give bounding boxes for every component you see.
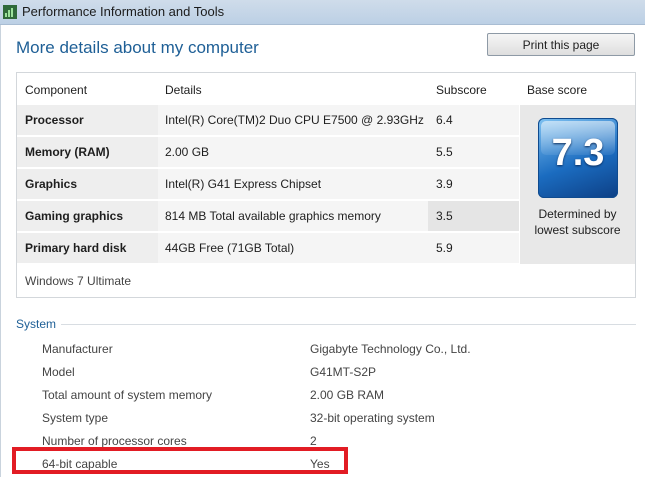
base-score-value: 7.3 <box>551 132 605 174</box>
base-caption-line-1: Determined by <box>538 207 617 221</box>
component-details: 44GB Free (71GB Total) <box>165 241 295 255</box>
column-header-base-score: Base score <box>527 83 588 97</box>
component-details: Intel(R) Core(TM)2 Duo CPU E7500 @ 2.93G… <box>165 113 424 127</box>
system-row: System type 32-bit operating system <box>1 411 645 431</box>
system-label: Manufacturer <box>42 342 113 356</box>
system-label: System type <box>42 411 109 425</box>
system-value: G41MT-S2P <box>310 365 377 379</box>
table-row: Processor Intel(R) Core(TM)2 Duo CPU E75… <box>17 105 519 135</box>
system-value: 32-bit operating system <box>310 411 435 425</box>
column-header-component: Component <box>25 83 88 97</box>
system-section-title: System <box>16 317 57 331</box>
system-row: Model G41MT-S2P <box>1 365 645 385</box>
system-value: 2 <box>310 434 317 448</box>
component-details: Intel(R) G41 Express Chipset <box>165 177 322 191</box>
table-row: Primary hard disk 44GB Free (71GB Total)… <box>17 233 519 263</box>
base-score-badge: 7.3 <box>538 118 618 198</box>
column-header-subscore: Subscore <box>436 83 487 97</box>
system-label: Total amount of system memory <box>42 388 213 402</box>
highlight-box-annotation <box>12 447 348 474</box>
system-row: Manufacturer Gigabyte Technology Co., Lt… <box>1 342 645 362</box>
os-edition: Windows 7 Ultimate <box>25 274 132 288</box>
system-label: Model <box>42 365 75 379</box>
page-title: More details about my computer <box>16 38 259 57</box>
system-value: Gigabyte Technology Co., Ltd. <box>310 342 471 356</box>
component-name: Primary hard disk <box>25 241 127 255</box>
component-subscore: 5.5 <box>436 145 453 159</box>
component-name: Gaming graphics <box>25 209 124 223</box>
column-header-details: Details <box>165 83 202 97</box>
table-row: Memory (RAM) 2.00 GB 5.5 <box>17 137 519 167</box>
component-subscore: 3.5 <box>436 209 453 223</box>
system-value: 2.00 GB RAM <box>310 388 385 402</box>
component-name: Processor <box>25 113 84 127</box>
component-subscore: 6.4 <box>436 113 453 127</box>
title-bar: Performance Information and Tools <box>0 0 645 25</box>
base-caption-line-2: lowest subscore <box>534 223 621 237</box>
system-label: Number of processor cores <box>42 434 187 448</box>
table-row: Gaming graphics 814 MB Total available g… <box>17 201 519 231</box>
performance-app-icon <box>3 5 17 19</box>
system-row: Total amount of system memory 2.00 GB RA… <box>1 388 645 408</box>
content-area: More details about my computer Print thi… <box>0 25 645 477</box>
table-row: Graphics Intel(R) G41 Express Chipset 3.… <box>17 169 519 199</box>
section-divider <box>61 324 636 325</box>
component-name: Memory (RAM) <box>25 145 110 159</box>
window-title: Performance Information and Tools <box>22 4 225 19</box>
component-subscore: 5.9 <box>436 241 453 255</box>
component-details: 814 MB Total available graphics memory <box>165 209 381 223</box>
component-subscore: 3.9 <box>436 177 453 191</box>
component-name: Graphics <box>25 177 78 191</box>
scores-table: Component Details Subscore Base score Pr… <box>16 72 636 298</box>
table-header: Component Details Subscore Base score <box>17 73 635 105</box>
base-score-caption: Determined by lowest subscore <box>520 206 635 238</box>
print-page-button[interactable]: Print this page <box>487 33 635 56</box>
component-details: 2.00 GB <box>165 145 210 159</box>
base-score-panel: 7.3 Determined by lowest subscore <box>520 105 635 264</box>
